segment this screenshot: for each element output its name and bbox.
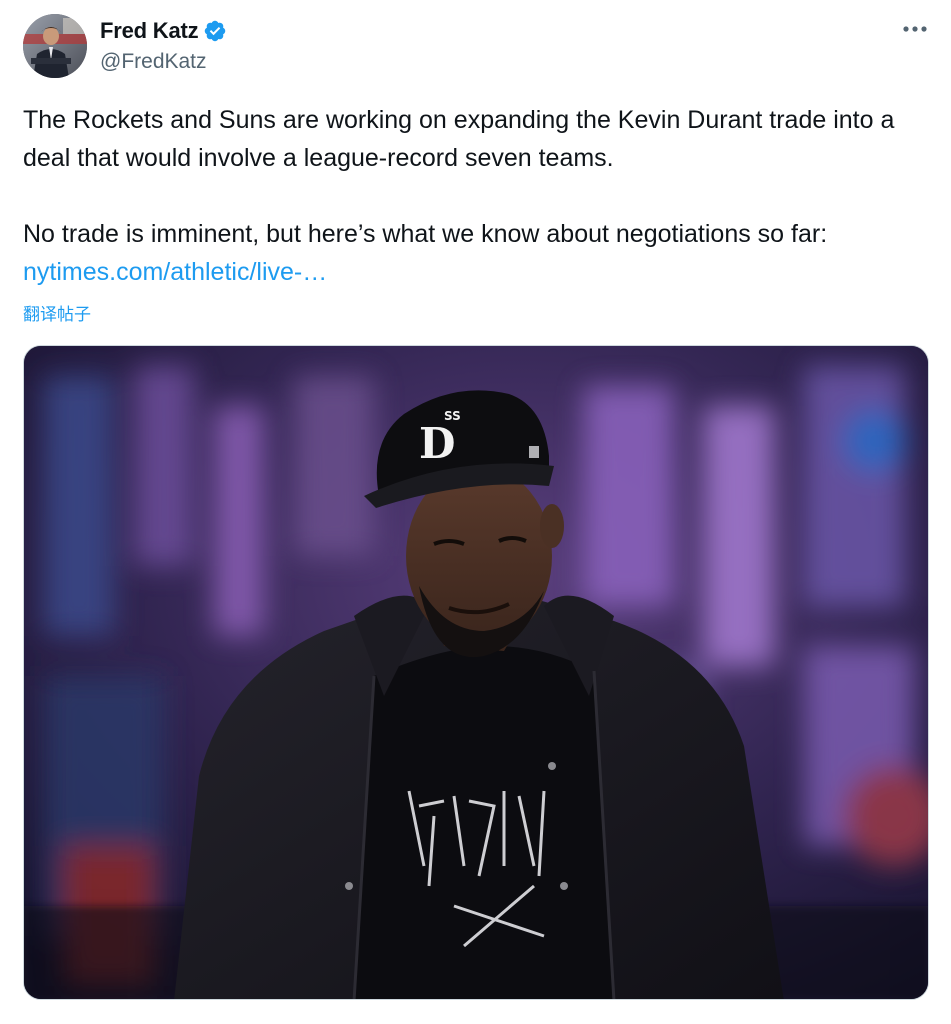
tweet-paragraph-2-text: No trade is imminent, but here’s what we… xyxy=(23,220,828,248)
author-name-row: Fred Katz xyxy=(100,17,227,45)
translate-post-link[interactable]: 翻译帖子 xyxy=(23,300,91,325)
more-horizontal-icon xyxy=(903,26,927,32)
verified-badge-icon xyxy=(203,19,227,43)
tweet-paragraph-1: The Rockets and Suns are working on expa… xyxy=(23,106,895,172)
more-options-button[interactable] xyxy=(900,19,930,39)
tweet-paragraph-2: No trade is imminent, but here’s what we… xyxy=(23,215,928,291)
tweet-media-photo[interactable]: D SS xyxy=(23,345,929,1000)
author-avatar[interactable] xyxy=(23,14,87,78)
tweet-text: The Rockets and Suns are working on expa… xyxy=(23,101,928,291)
article-link[interactable]: nytimes.com/athletic/live-… xyxy=(23,258,327,286)
cap-logo: D xyxy=(419,419,455,468)
avatar-image xyxy=(23,14,87,78)
author-display-name[interactable]: Fred Katz xyxy=(100,18,199,44)
tweet-card: Fred Katz @FredKatz The Rockets and Suns… xyxy=(0,0,951,1024)
cap-logo-superscript: SS xyxy=(444,409,461,423)
author-handle[interactable]: @FredKatz xyxy=(100,50,207,74)
photo-image: D SS xyxy=(24,346,928,999)
